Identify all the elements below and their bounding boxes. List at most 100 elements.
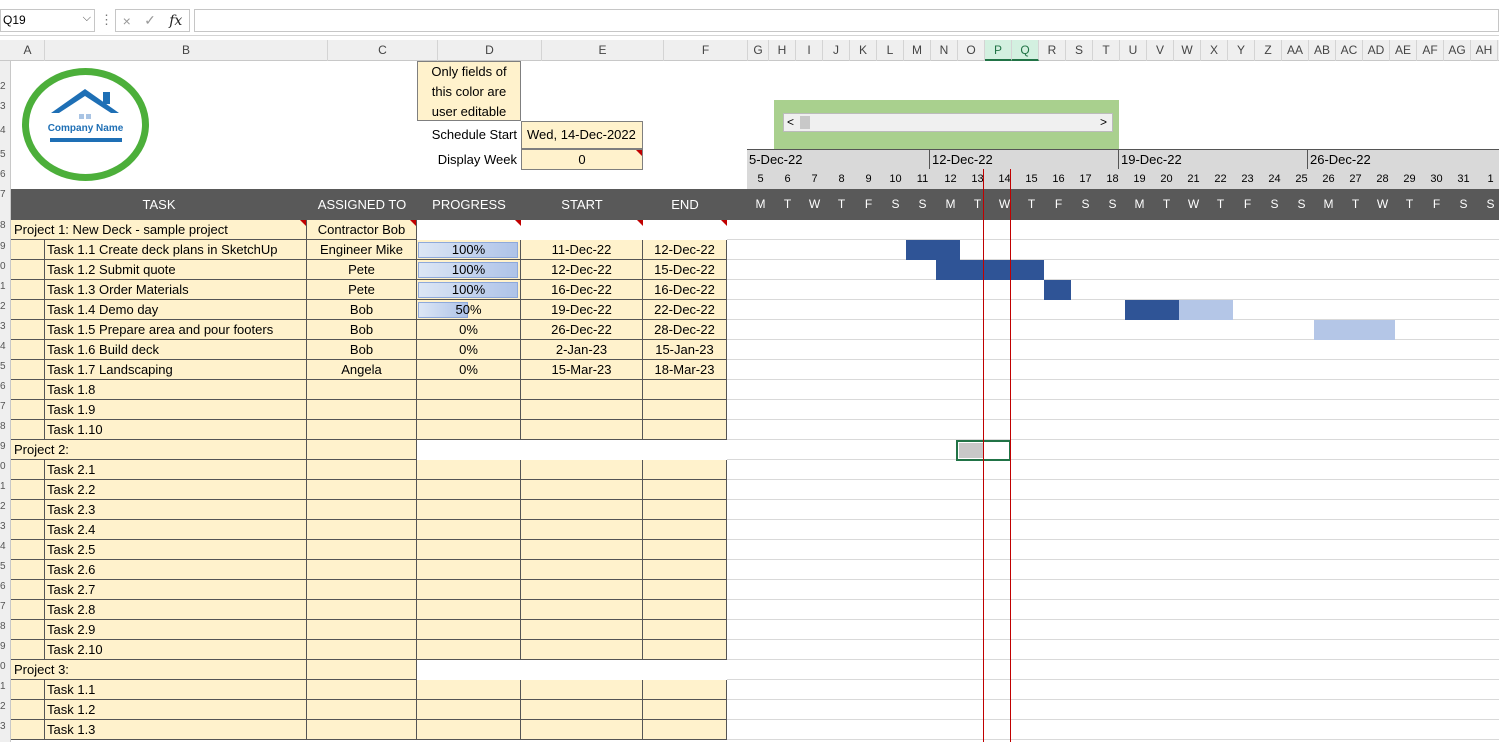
end-date[interactable] bbox=[643, 500, 727, 520]
indent-cell[interactable] bbox=[11, 700, 45, 720]
indent-cell[interactable] bbox=[11, 520, 45, 540]
end-date[interactable]: 15-Dec-22 bbox=[643, 260, 727, 280]
column-header-ab[interactable]: AB bbox=[1309, 40, 1336, 61]
start-date[interactable] bbox=[521, 720, 643, 740]
progress-cell[interactable] bbox=[417, 540, 521, 560]
start-date[interactable] bbox=[521, 420, 643, 440]
assigned-to[interactable] bbox=[307, 460, 417, 480]
column-header-j[interactable]: J bbox=[823, 40, 850, 61]
start-date[interactable] bbox=[521, 500, 643, 520]
end-date[interactable] bbox=[643, 680, 727, 700]
task-name[interactable]: Task 1.5 Prepare area and pour footers bbox=[45, 320, 307, 340]
column-header-y[interactable]: Y bbox=[1228, 40, 1255, 61]
column-header-ac[interactable]: AC bbox=[1336, 40, 1363, 61]
task-name[interactable]: Task 1.7 Landscaping bbox=[45, 360, 307, 380]
start-date[interactable]: 15-Mar-23 bbox=[521, 360, 643, 380]
column-header-s[interactable]: S bbox=[1066, 40, 1093, 61]
project-name[interactable]: Project 2: bbox=[11, 440, 307, 460]
end-date[interactable]: 12-Dec-22 bbox=[643, 240, 727, 260]
column-header-af[interactable]: AF bbox=[1417, 40, 1444, 61]
progress-cell[interactable] bbox=[417, 680, 521, 700]
insert-function-icon[interactable]: fx bbox=[169, 13, 182, 29]
scroll-right-button[interactable]: > bbox=[1100, 114, 1107, 131]
row-header[interactable]: 3 bbox=[0, 721, 10, 732]
row-header[interactable]: 9 bbox=[0, 241, 10, 252]
column-header-d[interactable]: D bbox=[438, 40, 542, 61]
task-name[interactable]: Task 1.3 Order Materials bbox=[45, 280, 307, 300]
indent-cell[interactable] bbox=[11, 720, 45, 740]
task-name[interactable]: Task 2.3 bbox=[45, 500, 307, 520]
indent-cell[interactable] bbox=[11, 260, 45, 280]
row-header[interactable]: 4 bbox=[0, 541, 10, 552]
progress-cell[interactable] bbox=[417, 700, 521, 720]
start-date[interactable] bbox=[521, 380, 643, 400]
task-name[interactable]: Task 1.4 Demo day bbox=[45, 300, 307, 320]
end-date[interactable] bbox=[643, 720, 727, 740]
progress-cell[interactable]: 0% bbox=[417, 320, 521, 340]
column-header-w[interactable]: W bbox=[1174, 40, 1201, 61]
progress-cell[interactable] bbox=[417, 560, 521, 580]
assigned-to[interactable] bbox=[307, 480, 417, 500]
row-header[interactable]: 9 bbox=[0, 641, 10, 652]
indent-cell[interactable] bbox=[11, 560, 45, 580]
task-name[interactable]: Task 1.6 Build deck bbox=[45, 340, 307, 360]
column-header-x[interactable]: X bbox=[1201, 40, 1228, 61]
progress-cell[interactable] bbox=[417, 640, 521, 660]
assigned-to[interactable] bbox=[307, 580, 417, 600]
assigned-to[interactable] bbox=[307, 540, 417, 560]
row-header[interactable]: 1 bbox=[0, 681, 10, 692]
formula-input[interactable] bbox=[194, 9, 1499, 32]
end-date[interactable]: 28-Dec-22 bbox=[643, 320, 727, 340]
row-header[interactable]: 0 bbox=[0, 461, 10, 472]
column-header-m[interactable]: M bbox=[904, 40, 931, 61]
start-date[interactable] bbox=[521, 460, 643, 480]
task-name[interactable]: Task 1.1 bbox=[45, 680, 307, 700]
row-header[interactable]: 5 bbox=[0, 149, 10, 160]
indent-cell[interactable] bbox=[11, 640, 45, 660]
assigned-to[interactable] bbox=[307, 560, 417, 580]
assigned-to[interactable] bbox=[307, 500, 417, 520]
indent-cell[interactable] bbox=[11, 480, 45, 500]
column-header-h[interactable]: H bbox=[769, 40, 796, 61]
assigned-to[interactable]: Pete bbox=[307, 260, 417, 280]
row-header[interactable]: 2 bbox=[0, 301, 10, 312]
progress-cell[interactable] bbox=[417, 400, 521, 420]
project-assigned[interactable] bbox=[307, 440, 417, 460]
end-date[interactable]: 16-Dec-22 bbox=[643, 280, 727, 300]
assigned-to[interactable] bbox=[307, 380, 417, 400]
start-date[interactable] bbox=[521, 640, 643, 660]
assigned-to[interactable] bbox=[307, 520, 417, 540]
row-header[interactable]: 9 bbox=[0, 441, 10, 452]
end-date[interactable] bbox=[643, 700, 727, 720]
task-name[interactable]: Task 1.2 Submit quote bbox=[45, 260, 307, 280]
task-name[interactable]: Task 1.1 Create deck plans in SketchUp bbox=[45, 240, 307, 260]
row-header[interactable]: 7 bbox=[0, 189, 10, 200]
column-header-p[interactable]: P bbox=[985, 40, 1012, 61]
indent-cell[interactable] bbox=[11, 380, 45, 400]
start-date[interactable] bbox=[521, 620, 643, 640]
check-icon[interactable]: ✓ bbox=[144, 12, 156, 29]
task-name[interactable]: Task 2.5 bbox=[45, 540, 307, 560]
task-name[interactable]: Task 2.2 bbox=[45, 480, 307, 500]
end-date[interactable] bbox=[643, 580, 727, 600]
row-header[interactable]: 6 bbox=[0, 169, 10, 180]
task-name[interactable]: Task 1.9 bbox=[45, 400, 307, 420]
row-header[interactable]: 2 bbox=[0, 701, 10, 712]
row-header[interactable]: 3 bbox=[0, 101, 10, 112]
column-header-n[interactable]: N bbox=[931, 40, 958, 61]
indent-cell[interactable] bbox=[11, 240, 45, 260]
task-name[interactable]: Task 2.4 bbox=[45, 520, 307, 540]
progress-cell[interactable]: 100% bbox=[417, 280, 521, 300]
end-date[interactable]: 15-Jan-23 bbox=[643, 340, 727, 360]
week-scrollbar[interactable]: < > bbox=[783, 113, 1113, 132]
column-header-aa[interactable]: AA bbox=[1282, 40, 1309, 61]
project-name[interactable]: Project 1: New Deck - sample project bbox=[11, 220, 307, 240]
column-header-i[interactable]: I bbox=[796, 40, 823, 61]
column-header-ah[interactable]: AH bbox=[1471, 40, 1498, 61]
assigned-to[interactable] bbox=[307, 600, 417, 620]
start-date[interactable]: 19-Dec-22 bbox=[521, 300, 643, 320]
indent-cell[interactable] bbox=[11, 280, 45, 300]
row-header[interactable]: 3 bbox=[0, 321, 10, 332]
column-header-v[interactable]: V bbox=[1147, 40, 1174, 61]
row-header[interactable]: 1 bbox=[0, 481, 10, 492]
